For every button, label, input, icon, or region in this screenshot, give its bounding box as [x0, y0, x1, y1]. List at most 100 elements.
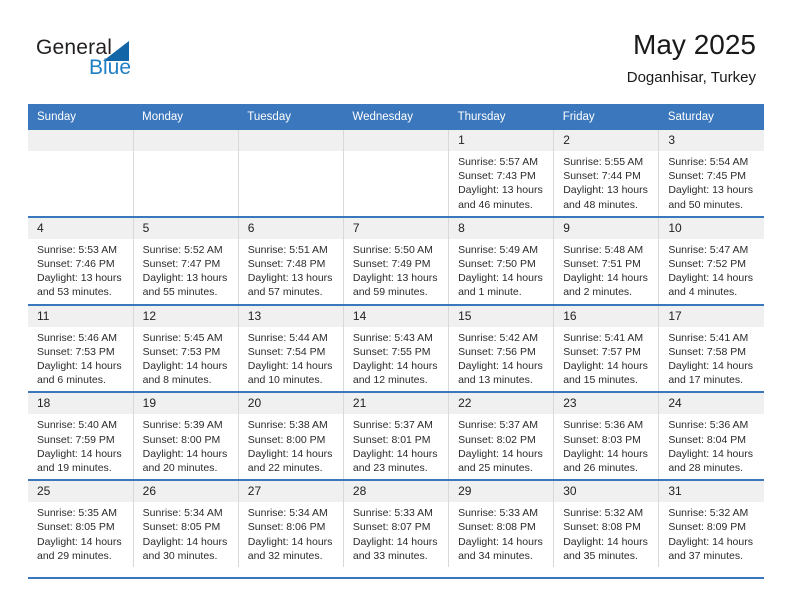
daylight-text-line1: Daylight: 13 hours: [352, 272, 438, 285]
day-details: Sunrise: 5:41 AM Sunset: 7:57 PM Dayligh…: [554, 327, 658, 392]
day-details: Sunrise: 5:36 AM Sunset: 8:03 PM Dayligh…: [554, 414, 658, 479]
day-number: 27: [238, 481, 343, 503]
day-cell[interactable]: 1 Sunrise: 5:57 AM Sunset: 7:43 PM Dayli…: [448, 130, 555, 217]
sunrise-text: Sunrise: 5:44 AM: [247, 331, 328, 344]
day-details: Sunrise: 5:41 AM Sunset: 7:58 PM Dayligh…: [659, 327, 764, 392]
day-details: Sunrise: 5:57 AM Sunset: 7:43 PM Dayligh…: [449, 151, 553, 216]
daylight-text-line1: Daylight: 13 hours: [458, 184, 543, 197]
day-details: Sunrise: 5:48 AM Sunset: 7:51 PM Dayligh…: [554, 239, 658, 304]
day-details: Sunrise: 5:38 AM Sunset: 8:00 PM Dayligh…: [239, 414, 343, 479]
sunset-text: Sunset: 7:51 PM: [563, 258, 641, 271]
day-details: Sunrise: 5:39 AM Sunset: 8:00 PM Dayligh…: [134, 414, 238, 479]
daylight-text-line2: and 19 minutes.: [37, 462, 112, 475]
daylight-text-line2: and 25 minutes.: [458, 462, 533, 475]
daylight-text-line2: and 28 minutes.: [668, 462, 744, 475]
day-cell[interactable]: 7 Sunrise: 5:50 AM Sunset: 7:49 PM Dayli…: [343, 215, 450, 305]
day-cell[interactable]: 19 Sunrise: 5:39 AM Sunset: 8:00 PM Dayl…: [133, 391, 239, 481]
sunrise-text: Sunrise: 5:54 AM: [668, 156, 749, 168]
day-cell[interactable]: 23 Sunrise: 5:36 AM Sunset: 8:03 PM Dayl…: [553, 391, 660, 481]
sunset-text: Sunset: 8:00 PM: [247, 433, 326, 446]
day-cell[interactable]: [238, 130, 344, 217]
sunrise-text: Sunrise: 5:33 AM: [352, 507, 433, 520]
sunrise-text: Sunrise: 5:50 AM: [352, 243, 433, 256]
sunset-text: Sunset: 7:53 PM: [37, 345, 115, 358]
day-cell[interactable]: 30 Sunrise: 5:32 AM Sunset: 8:08 PM Dayl…: [553, 479, 660, 568]
daylight-text-line1: Daylight: 14 hours: [142, 360, 228, 373]
day-cell[interactable]: 6 Sunrise: 5:51 AM Sunset: 7:48 PM Dayli…: [238, 215, 344, 305]
calendar-page: General Blue May 2025 Doganhisar, Turkey…: [0, 0, 792, 612]
weekday-header-tuesday: Tuesday: [238, 104, 344, 130]
day-cell[interactable]: 28 Sunrise: 5:33 AM Sunset: 8:07 PM Dayl…: [343, 479, 450, 568]
day-cell[interactable]: 24 Sunrise: 5:36 AM Sunset: 8:04 PM Dayl…: [658, 391, 764, 481]
day-cell[interactable]: 29 Sunrise: 5:33 AM Sunset: 8:08 PM Dayl…: [448, 479, 555, 568]
sunrise-text: Sunrise: 5:45 AM: [142, 331, 223, 344]
day-cell[interactable]: 3 Sunrise: 5:54 AM Sunset: 7:45 PM Dayli…: [658, 130, 764, 217]
daylight-text-line1: Daylight: 14 hours: [247, 447, 333, 460]
day-cell[interactable]: 31 Sunrise: 5:32 AM Sunset: 8:09 PM Dayl…: [658, 479, 764, 568]
day-number: 5: [133, 217, 238, 239]
day-number: 4: [28, 217, 133, 239]
day-details: Sunrise: 5:49 AM Sunset: 7:50 PM Dayligh…: [449, 239, 553, 304]
daylight-text-line1: Daylight: 13 hours: [247, 272, 333, 285]
sunset-text: Sunset: 7:48 PM: [247, 258, 326, 271]
day-cell[interactable]: 4 Sunrise: 5:53 AM Sunset: 7:46 PM Dayli…: [28, 215, 134, 305]
day-cell[interactable]: [343, 130, 450, 217]
day-cell[interactable]: 27 Sunrise: 5:34 AM Sunset: 8:06 PM Dayl…: [238, 479, 344, 568]
day-cell[interactable]: [133, 130, 239, 217]
day-cell[interactable]: 22 Sunrise: 5:37 AM Sunset: 8:02 PM Dayl…: [448, 391, 555, 481]
daylight-text-line2: and 48 minutes.: [563, 198, 638, 211]
day-details: Sunrise: 5:43 AM Sunset: 7:55 PM Dayligh…: [344, 327, 448, 392]
day-number: 10: [659, 217, 764, 239]
sunset-text: Sunset: 8:05 PM: [142, 521, 221, 534]
day-number: [343, 130, 449, 151]
sunrise-text: Sunrise: 5:46 AM: [37, 331, 117, 344]
day-number: 28: [343, 481, 449, 503]
day-cell[interactable]: 13 Sunrise: 5:44 AM Sunset: 7:54 PM Dayl…: [238, 303, 344, 393]
day-cell[interactable]: 15 Sunrise: 5:42 AM Sunset: 7:56 PM Dayl…: [448, 303, 555, 393]
day-number: 12: [133, 305, 238, 327]
general-blue-logo[interactable]: General Blue: [36, 36, 156, 84]
day-cell[interactable]: 25 Sunrise: 5:35 AM Sunset: 8:05 PM Dayl…: [28, 479, 134, 568]
day-cell[interactable]: 8 Sunrise: 5:49 AM Sunset: 7:50 PM Dayli…: [448, 215, 555, 305]
calendar-body: 1 Sunrise: 5:57 AM Sunset: 7:43 PM Dayli…: [28, 130, 764, 568]
day-cell[interactable]: 26 Sunrise: 5:34 AM Sunset: 8:05 PM Dayl…: [133, 479, 239, 568]
day-cell[interactable]: 21 Sunrise: 5:37 AM Sunset: 8:01 PM Dayl…: [343, 391, 450, 481]
day-details: Sunrise: 5:55 AM Sunset: 7:44 PM Dayligh…: [554, 151, 658, 216]
day-number: 29: [449, 481, 554, 503]
day-cell[interactable]: [28, 130, 134, 217]
day-details: Sunrise: 5:45 AM Sunset: 7:53 PM Dayligh…: [134, 327, 238, 392]
sunset-text: Sunset: 7:56 PM: [458, 345, 536, 358]
sunrise-text: Sunrise: 5:47 AM: [668, 243, 749, 256]
day-cell[interactable]: 18 Sunrise: 5:40 AM Sunset: 7:59 PM Dayl…: [28, 391, 134, 481]
day-cell[interactable]: 11 Sunrise: 5:46 AM Sunset: 7:53 PM Dayl…: [28, 303, 134, 393]
sunrise-text: Sunrise: 5:34 AM: [142, 507, 223, 520]
day-number: 23: [554, 393, 659, 415]
week-row: 25 Sunrise: 5:35 AM Sunset: 8:05 PM Dayl…: [28, 479, 764, 568]
day-details: Sunrise: 5:47 AM Sunset: 7:52 PM Dayligh…: [659, 239, 764, 304]
daylight-text-line1: Daylight: 14 hours: [458, 272, 543, 285]
sunrise-text: Sunrise: 5:37 AM: [458, 419, 539, 432]
day-details: Sunrise: 5:37 AM Sunset: 8:01 PM Dayligh…: [344, 414, 448, 479]
sunrise-text: Sunrise: 5:35 AM: [37, 507, 117, 520]
daylight-text-line2: and 12 minutes.: [352, 374, 428, 387]
day-cell[interactable]: 12 Sunrise: 5:45 AM Sunset: 7:53 PM Dayl…: [133, 303, 239, 393]
day-number: 9: [554, 217, 659, 239]
day-cell[interactable]: 10 Sunrise: 5:47 AM Sunset: 7:52 PM Dayl…: [658, 215, 764, 305]
daylight-text-line2: and 33 minutes.: [352, 549, 428, 562]
weekday-header-friday: Friday: [553, 104, 659, 130]
daylight-text-line2: and 30 minutes.: [142, 549, 218, 562]
day-cell[interactable]: 16 Sunrise: 5:41 AM Sunset: 7:57 PM Dayl…: [553, 303, 660, 393]
day-number: 6: [238, 217, 343, 239]
day-cell[interactable]: 2 Sunrise: 5:55 AM Sunset: 7:44 PM Dayli…: [553, 130, 660, 217]
daylight-text-line2: and 2 minutes.: [563, 286, 633, 299]
day-cell[interactable]: 5 Sunrise: 5:52 AM Sunset: 7:47 PM Dayli…: [133, 215, 239, 305]
day-cell[interactable]: 9 Sunrise: 5:48 AM Sunset: 7:51 PM Dayli…: [553, 215, 660, 305]
daylight-text-line2: and 6 minutes.: [37, 374, 106, 387]
day-cell[interactable]: 17 Sunrise: 5:41 AM Sunset: 7:58 PM Dayl…: [658, 303, 764, 393]
day-cell[interactable]: 14 Sunrise: 5:43 AM Sunset: 7:55 PM Dayl…: [343, 303, 450, 393]
daylight-text-line1: Daylight: 14 hours: [563, 535, 648, 548]
day-details: Sunrise: 5:34 AM Sunset: 8:06 PM Dayligh…: [239, 502, 343, 567]
day-number: 19: [133, 393, 238, 415]
daylight-text-line1: Daylight: 14 hours: [352, 447, 438, 460]
day-cell[interactable]: 20 Sunrise: 5:38 AM Sunset: 8:00 PM Dayl…: [238, 391, 344, 481]
